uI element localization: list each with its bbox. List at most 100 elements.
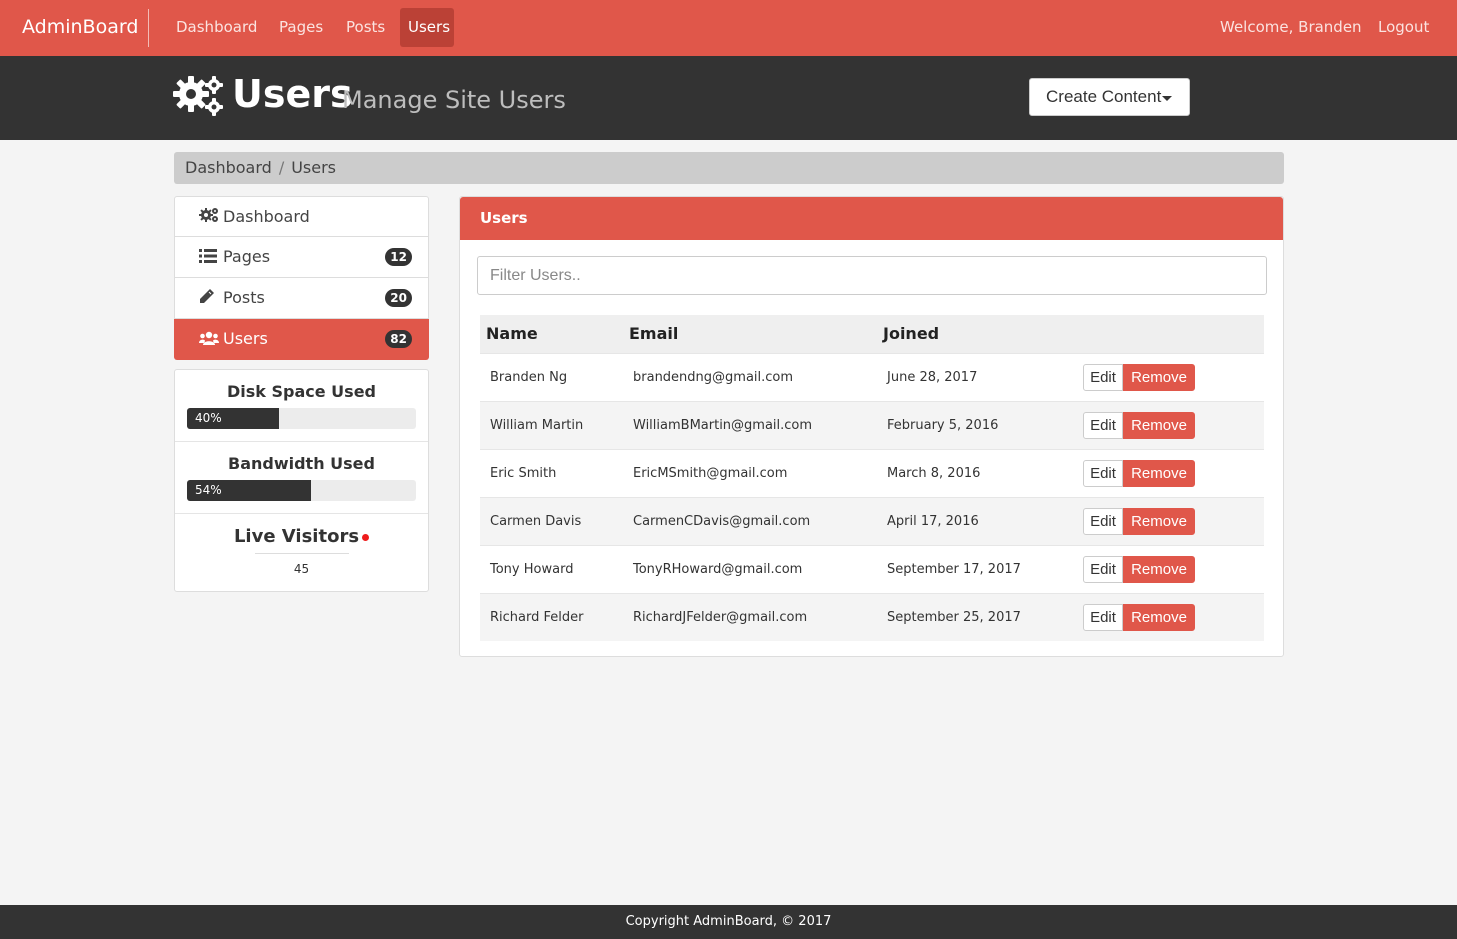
column-header-joined: Joined (877, 315, 1069, 353)
welcome-link[interactable]: Welcome, Branden (1220, 8, 1362, 47)
brand-divider (148, 9, 149, 47)
sidebar-item-label: Posts (223, 288, 265, 307)
sidebar-item-label: Dashboard (223, 207, 310, 226)
pencil-icon (199, 279, 219, 319)
bandwidth-stat: Bandwidth Used 54% (175, 442, 428, 514)
remove-user-button[interactable]: Remove (1123, 411, 1195, 439)
column-header-email: Email (623, 315, 877, 353)
disk-space-title: Disk Space Used (227, 382, 376, 401)
sidebar-item-label: Users (223, 329, 268, 348)
logout-link[interactable]: Logout (1378, 8, 1429, 47)
brand-logo[interactable]: AdminBoard (22, 16, 138, 38)
user-joined-cell: September 25, 2017 (877, 592, 1069, 641)
page-subtitle: Manage Site Users (342, 86, 566, 114)
remove-user-button[interactable]: Remove (1123, 603, 1195, 631)
top-navbar: AdminBoard Dashboard Pages Posts Users W… (0, 0, 1457, 56)
user-actions-cell: Edit Remove (1069, 400, 1264, 449)
remove-user-button[interactable]: Remove (1123, 459, 1195, 487)
remove-user-button[interactable]: Remove (1123, 507, 1195, 535)
user-actions-cell: Edit Remove (1069, 352, 1264, 401)
page-title: Users (232, 72, 353, 116)
bandwidth-title: Bandwidth Used (228, 454, 375, 473)
live-visitors-stat: Live Visitors 45 (175, 514, 428, 576)
user-actions-cell: Edit Remove (1069, 448, 1264, 497)
footer: Copyright AdminBoard, © 2017 (0, 905, 1457, 939)
edit-user-button[interactable]: Edit (1083, 459, 1123, 487)
edit-user-button[interactable]: Edit (1083, 507, 1123, 535)
user-email-cell: brandendng@gmail.com (623, 352, 877, 401)
breadcrumb-dashboard[interactable]: Dashboard (185, 158, 272, 177)
user-name-cell: Eric Smith (480, 448, 623, 497)
breadcrumb: Dashboard / Users (174, 152, 1284, 184)
users-panel: Users Name Email Joined Branden Ngbrande… (459, 196, 1284, 657)
row-action-buttons: Edit Remove (1083, 363, 1195, 391)
remove-user-button[interactable]: Remove (1123, 363, 1195, 391)
user-email-cell: TonyRHoward@gmail.com (623, 544, 877, 593)
users-table: Name Email Joined Branden Ng brandendng@g… (480, 315, 1264, 641)
page-header: Users Manage Site Users Create Content (0, 56, 1457, 140)
bandwidth-progress: 54% (187, 480, 416, 501)
user-joined-cell: June 28, 2017 (877, 352, 1069, 401)
sidebar-item-label: Pages (223, 247, 271, 266)
live-visitors-title: Live Visitors (233, 526, 360, 547)
user-actions-cell: Edit Remove (1069, 544, 1264, 593)
column-header-name: Name (480, 315, 623, 353)
edit-user-button[interactable]: Edit (1083, 363, 1123, 391)
user-actions-cell: Edit Remove (1069, 496, 1264, 545)
column-header-actions (1069, 315, 1264, 353)
user-email-cell: EricMSmith@gmail.com (623, 448, 877, 497)
divider (254, 553, 349, 554)
user-name-cell: Richard Felder (480, 592, 623, 641)
users-icon (199, 320, 219, 360)
panel-title: Users (460, 197, 1283, 240)
user-name-cell: Tony Howard (480, 544, 623, 593)
gears-icon (199, 198, 219, 238)
caret-down-icon (1162, 96, 1172, 101)
sidebar-item-pages[interactable]: Pages 12 (174, 237, 429, 278)
disk-space-stat: Disk Space Used 40% (175, 370, 428, 442)
nav-pages[interactable]: Pages (271, 8, 331, 47)
posts-count-badge: 20 (385, 289, 412, 307)
disk-space-progress: 40% (187, 408, 416, 429)
row-action-buttons: Edit Remove (1083, 459, 1195, 487)
user-joined-cell: February 5, 2016 (877, 400, 1069, 449)
live-indicator-dot (362, 534, 370, 541)
disk-space-progress-bar: 40% (187, 408, 279, 429)
edit-user-button[interactable]: Edit (1083, 603, 1123, 631)
user-joined-cell: March 8, 2016 (877, 448, 1069, 497)
table-row: Richard Felder RichardJFelder@gmail.com Se… (480, 592, 1264, 641)
edit-user-button[interactable]: Edit (1083, 555, 1123, 583)
filter-users-input[interactable] (477, 256, 1267, 295)
sidebar-item-posts[interactable]: Posts 20 (174, 278, 429, 319)
table-row: Carmen Davis CarmenCDavis@gmail.com April … (480, 496, 1264, 545)
gears-icon (172, 74, 226, 122)
user-name-cell: Branden Ng (480, 352, 623, 401)
sidebar-item-users[interactable]: Users 82 (174, 319, 429, 360)
table-row: Tony Howard TonyRHoward@gmail.com Septembe… (480, 544, 1264, 593)
remove-user-button[interactable]: Remove (1123, 555, 1195, 583)
table-row: William Martin WilliamBMartin@gmail.com Fe… (480, 400, 1264, 449)
create-content-label: Create Content (1046, 87, 1162, 106)
user-joined-cell: April 17, 2016 (877, 496, 1069, 545)
row-action-buttons: Edit Remove (1083, 507, 1195, 535)
user-name-cell: Carmen Davis (480, 496, 623, 545)
edit-user-button[interactable]: Edit (1083, 411, 1123, 439)
user-email-cell: RichardJFelder@gmail.com (623, 592, 877, 641)
bandwidth-progress-bar: 54% (187, 480, 311, 501)
user-email-cell: CarmenCDavis@gmail.com (623, 496, 877, 545)
create-content-button[interactable]: Create Content (1029, 78, 1190, 116)
table-row: Branden Ng brandendng@gmail.com June 28, 2… (480, 352, 1264, 401)
pages-count-badge: 12 (385, 248, 412, 266)
list-icon (199, 238, 219, 278)
user-joined-cell: September 17, 2017 (877, 544, 1069, 593)
row-action-buttons: Edit Remove (1083, 555, 1195, 583)
live-visitors-count: 45 (293, 562, 310, 576)
user-name-cell: William Martin (480, 400, 623, 449)
sidebar-item-dashboard[interactable]: Dashboard (174, 196, 429, 237)
nav-posts[interactable]: Posts (338, 8, 393, 47)
nav-users[interactable]: Users (400, 8, 454, 47)
sidebar-menu: Dashboard Pages 12 Posts 20 Users 82 (174, 196, 429, 360)
table-row: Eric Smith EricMSmith@gmail.com March 8, 2… (480, 448, 1264, 497)
footer-copyright: Copyright AdminBoard, © 2017 (625, 914, 832, 929)
nav-dashboard[interactable]: Dashboard (168, 8, 265, 47)
